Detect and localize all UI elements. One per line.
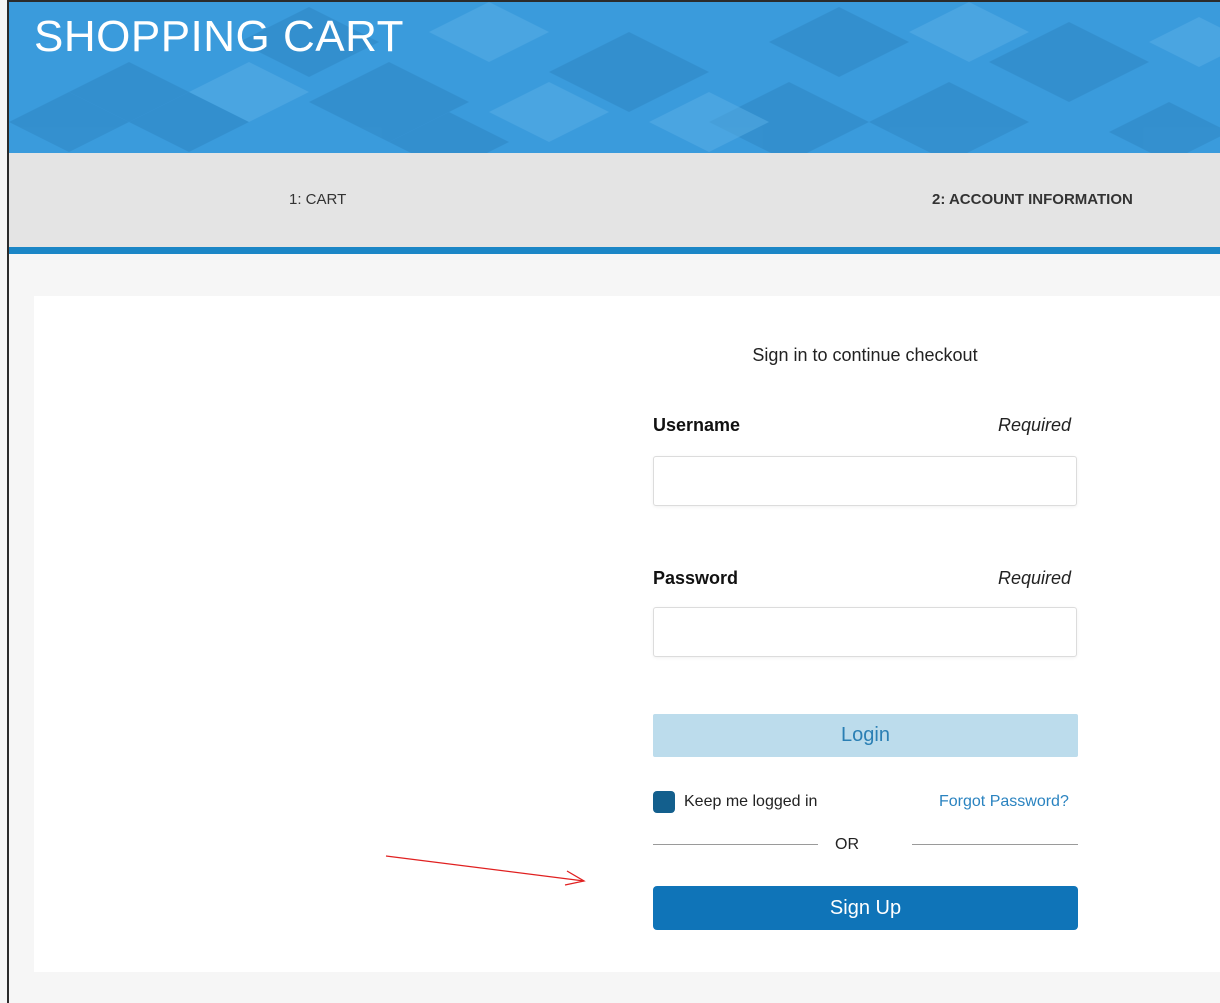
forgot-password-link[interactable]: Forgot Password? [939, 793, 1069, 811]
password-required: Required [998, 568, 1072, 588]
keep-logged-in-checkbox[interactable] [653, 791, 675, 813]
annotation-arrow [385, 855, 586, 886]
or-divider-left [653, 844, 818, 845]
step-cart[interactable]: 1: CART [289, 191, 346, 208]
step-account-information: 2: ACCOUNT INFORMATION [932, 191, 1133, 208]
password-label: Password [653, 568, 739, 588]
checkout-steps: 1: CART 2: ACCOUNT INFORMATION [9, 153, 1220, 254]
username-required: Required [998, 415, 1072, 435]
keep-logged-in-label[interactable]: Keep me logged in [684, 793, 817, 811]
username-input[interactable] [653, 456, 1077, 506]
page-frame: SHOPPING CART 1: CART 2: ACCOUNT INFORMA… [7, 0, 1220, 1003]
signup-button[interactable]: Sign Up [653, 886, 1078, 930]
password-input[interactable] [653, 607, 1077, 657]
login-button[interactable]: Login [653, 714, 1078, 757]
or-separator: OR [835, 836, 859, 853]
username-label: Username [653, 415, 741, 435]
signin-heading: Sign in to continue checkout [752, 345, 978, 365]
page-title: SHOPPING CART [34, 12, 404, 61]
or-divider-right [912, 844, 1078, 845]
header-banner: SHOPPING CART [9, 2, 1220, 153]
